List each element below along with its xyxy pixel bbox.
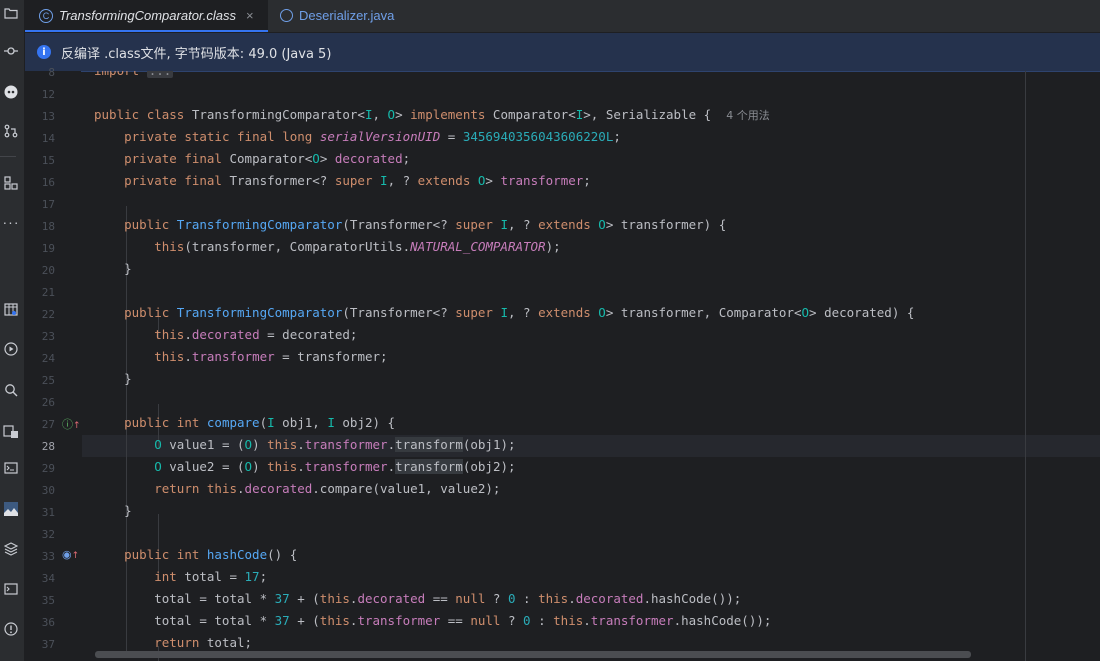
info-icon: i — [37, 45, 51, 59]
implements-method-icon[interactable]: ⓘ↑ — [62, 416, 81, 432]
line-number: 13 — [41, 110, 55, 123]
line-number: 8 — [48, 66, 55, 79]
line-number: 27 — [41, 418, 55, 431]
sidebar-separator — [0, 156, 16, 157]
line-number: 28 — [41, 440, 55, 453]
line-number: 34 — [41, 572, 55, 585]
line-number: 33 — [41, 550, 55, 563]
commit-icon[interactable] — [0, 40, 22, 62]
line-number: 31 — [41, 506, 55, 519]
code-line[interactable]: total = total * 37 + (this.transformer =… — [94, 610, 771, 632]
pull-request-icon[interactable] — [0, 120, 22, 142]
line-number: 20 — [41, 264, 55, 277]
code-line[interactable]: } — [94, 258, 132, 280]
line-number: 26 — [41, 396, 55, 409]
code-line[interactable]: return this.decorated.compare(value1, va… — [94, 478, 500, 500]
line-number: 37 — [41, 638, 55, 651]
terminal-icon[interactable] — [0, 457, 22, 479]
line-number: 25 — [41, 374, 55, 387]
services-icon[interactable] — [0, 420, 22, 442]
decompiled-notification-banner: i 反编译 .class文件, 字节码版本: 49.0 (Java 5) — [25, 33, 1100, 72]
copilot-icon[interactable] — [0, 81, 22, 103]
line-number: 15 — [41, 154, 55, 167]
line-number: 36 — [41, 616, 55, 629]
code-line[interactable]: private final Comparator<O> decorated; — [94, 148, 410, 170]
class-file-icon: C — [39, 8, 53, 23]
more-icon[interactable]: ··· — [0, 211, 22, 233]
java-file-icon — [280, 9, 293, 22]
code-line[interactable]: private final Transformer<? super I, ? e… — [94, 170, 591, 192]
tab-deserializer-java[interactable]: Deserializer.java — [280, 0, 420, 31]
banner-text: 反编译 .class文件, 字节码版本: 49.0 (Java 5) — [61, 46, 332, 62]
problems-icon[interactable] — [0, 618, 22, 640]
code-line[interactable]: public TransformingComparator(Transforme… — [94, 302, 914, 324]
line-number: 29 — [41, 462, 55, 475]
code-line[interactable]: public class TransformingComparator<I, O… — [94, 104, 770, 126]
right-margin-guide — [1025, 71, 1026, 661]
code-line[interactable]: total = total * 37 + (this.decorated == … — [94, 588, 741, 610]
code-line[interactable]: } — [94, 368, 132, 390]
tab-label: TransformingComparator.class — [59, 8, 236, 23]
horizontal-scrollbar[interactable] — [95, 651, 971, 658]
line-number: 32 — [41, 528, 55, 541]
image-icon[interactable] — [0, 498, 22, 520]
code-line[interactable]: int total = 17; — [94, 566, 267, 588]
find-icon[interactable] — [0, 379, 22, 401]
tab-transformingcomparator-class[interactable]: C TransformingComparator.class × — [25, 0, 268, 32]
line-number: 14 — [41, 132, 55, 145]
code-editor[interactable]: import ... public class TransformingCompa… — [82, 71, 1100, 661]
code-line[interactable]: import ... — [94, 71, 174, 82]
code-line[interactable]: this.transformer = transformer; — [94, 346, 387, 368]
code-line[interactable]: O value1 = (O) this.transformer.transfor… — [94, 434, 516, 456]
line-number: 16 — [41, 176, 55, 189]
code-line[interactable]: O value2 = (O) this.transformer.transfor… — [94, 456, 516, 478]
line-number: 17 — [41, 198, 55, 211]
code-line[interactable]: this(transformer, ComparatorUtils.NATURA… — [94, 236, 560, 258]
structure-icon[interactable] — [0, 172, 22, 194]
tab-label: Deserializer.java — [299, 8, 395, 23]
code-line[interactable]: } — [94, 500, 132, 522]
run-icon[interactable] — [0, 338, 22, 360]
code-line[interactable]: public int hashCode() { — [94, 544, 297, 566]
usage-hint: 4 个用法 — [726, 109, 770, 122]
line-number: 19 — [41, 242, 55, 255]
line-number: 21 — [41, 286, 55, 299]
line-number: 22 — [41, 308, 55, 321]
editor-tab-bar: C TransformingComparator.class × Deseria… — [25, 0, 1100, 33]
line-number: 35 — [41, 594, 55, 607]
overrides-method-icon[interactable]: ◉↑ — [62, 548, 79, 561]
line-number: 12 — [41, 88, 55, 101]
code-line[interactable]: private static final long serialVersionU… — [94, 126, 621, 148]
line-number: 24 — [41, 352, 55, 365]
tool-window-strip: ··· — [0, 0, 25, 661]
code-line[interactable]: this.decorated = decorated; — [94, 324, 357, 346]
bookmarks-icon[interactable] — [0, 298, 22, 320]
code-line[interactable]: public TransformingComparator(Transforme… — [94, 214, 726, 236]
line-number: 23 — [41, 330, 55, 343]
console-icon[interactable] — [0, 578, 22, 600]
line-number: 18 — [41, 220, 55, 233]
folder-icon[interactable] — [0, 2, 22, 24]
layers-icon[interactable] — [0, 538, 22, 560]
close-icon[interactable]: × — [246, 8, 254, 23]
line-number: 30 — [41, 484, 55, 497]
code-line[interactable]: public int compare(I obj1, I obj2) { — [94, 412, 395, 434]
